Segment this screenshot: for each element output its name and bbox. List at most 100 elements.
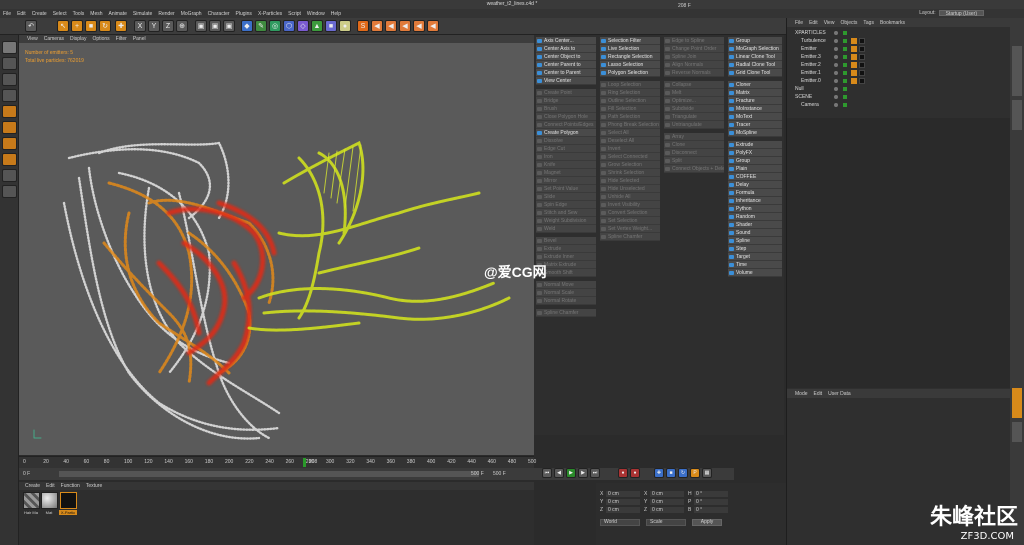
- coord-field[interactable]: 0 cm: [606, 507, 640, 513]
- menu-item-volume[interactable]: Volume: [728, 269, 782, 277]
- xp-modifier-icon[interactable]: ◀: [399, 20, 411, 32]
- visibility-dot-icon[interactable]: [834, 39, 838, 43]
- structure-tab[interactable]: [1012, 100, 1022, 130]
- visibility-dot-icon[interactable]: [834, 79, 838, 83]
- attributes-tab[interactable]: [1012, 388, 1022, 418]
- menu-item-edge-to-spline[interactable]: Edge to Spline: [664, 37, 724, 45]
- coord-field[interactable]: 0 cm: [650, 499, 684, 505]
- menu-item-polygon-selection[interactable]: Polygon Selection: [600, 69, 660, 77]
- menu-item-radial-clone-tool[interactable]: Radial Clone Tool: [728, 61, 782, 69]
- menu-item-spin-edge[interactable]: Spin Edge: [536, 201, 596, 209]
- menu-item-shrink-selection[interactable]: Shrink Selection: [600, 169, 660, 177]
- menu-item-cloner[interactable]: Cloner: [728, 81, 782, 89]
- coordinate-system-icon[interactable]: ⊕: [176, 20, 188, 32]
- object-menu-bookmarks[interactable]: Bookmarks: [880, 20, 905, 26]
- menu-item-tracer[interactable]: Tracer: [728, 121, 782, 129]
- pen-icon[interactable]: ✎: [255, 20, 267, 32]
- object-row[interactable]: XPARTICLES: [787, 29, 1011, 37]
- menu-item-triangulate[interactable]: Triangulate: [664, 113, 724, 121]
- menu-item-reverse-normals[interactable]: Reverse Normals: [664, 69, 724, 77]
- menu-item-split[interactable]: Split: [664, 157, 724, 165]
- enabled-check-icon[interactable]: [843, 87, 847, 91]
- menu-help[interactable]: Help: [331, 11, 341, 17]
- visibility-dot-icon[interactable]: [834, 47, 838, 51]
- prev-frame-icon[interactable]: ◀: [554, 468, 564, 478]
- viewport-menu-cameras[interactable]: Cameras: [44, 36, 64, 42]
- menu-item-view-center[interactable]: View Center: [536, 77, 596, 85]
- menu-item-melt[interactable]: Melt: [664, 89, 724, 97]
- menu-item-center-parent-to[interactable]: Center Parent to: [536, 61, 596, 69]
- menu-item-select-connected[interactable]: Select Connected: [600, 153, 660, 161]
- menu-tools[interactable]: Tools: [73, 11, 85, 17]
- key-scale-icon[interactable]: ■: [666, 468, 676, 478]
- menu-item-subdivide[interactable]: Subdivide: [664, 105, 724, 113]
- enabled-check-icon[interactable]: [843, 103, 847, 107]
- menu-item-set-vertex-weight[interactable]: Set Vertex Weight...: [600, 225, 660, 233]
- menu-item-spline-chamfer[interactable]: Spline Chamfer: [536, 309, 596, 317]
- key-rotation-icon[interactable]: ↻: [678, 468, 688, 478]
- timeline-playhead[interactable]: [303, 458, 306, 467]
- apply-button[interactable]: Apply: [692, 519, 722, 526]
- visibility-dot-icon[interactable]: [834, 87, 838, 91]
- menu-item-coffee[interactable]: COFFEE: [728, 173, 782, 181]
- make-editable-icon[interactable]: [2, 41, 17, 54]
- attribute-menu-edit[interactable]: Edit: [814, 391, 823, 397]
- visibility-dot-icon[interactable]: [834, 71, 838, 75]
- environment-icon[interactable]: ▲: [311, 20, 323, 32]
- menu-item-motext[interactable]: MoText: [728, 113, 782, 121]
- undo-icon[interactable]: ↶: [25, 20, 37, 32]
- tag-icon[interactable]: [851, 46, 857, 52]
- menu-item-target[interactable]: Target: [728, 253, 782, 261]
- menu-script[interactable]: Script: [288, 11, 301, 17]
- end-frame[interactable]: 500 F: [471, 471, 484, 477]
- menu-item-hide-unselected[interactable]: Hide Unselected: [600, 185, 660, 193]
- menu-item-change-point-order[interactable]: Change Point Order: [664, 45, 724, 53]
- menu-item-set-selection[interactable]: Set Selection: [600, 217, 660, 225]
- tag-icon[interactable]: [851, 38, 857, 44]
- menu-item-bevel[interactable]: Bevel: [536, 237, 596, 245]
- menu-item-ring-selection[interactable]: Ring Selection: [600, 89, 660, 97]
- enabled-check-icon[interactable]: [843, 71, 847, 75]
- menu-item-slide[interactable]: Slide: [536, 193, 596, 201]
- rotate-icon[interactable]: ↻: [99, 20, 111, 32]
- coord-scale-select[interactable]: Scale: [646, 519, 686, 526]
- menu-item-connect-points-edges[interactable]: Connect Points/Edges: [536, 121, 596, 129]
- menu-item-center-object-to[interactable]: Center Object to: [536, 53, 596, 61]
- menu-item-optimize[interactable]: Optimize...: [664, 97, 724, 105]
- menu-item-bridge[interactable]: Bridge: [536, 97, 596, 105]
- script-icon[interactable]: S: [357, 20, 369, 32]
- record-icon[interactable]: ●: [618, 468, 628, 478]
- menu-item-polyfx[interactable]: PolyFX: [728, 149, 782, 157]
- axis-mode-icon[interactable]: [2, 153, 17, 166]
- menu-item-dissolve[interactable]: Dissolve: [536, 137, 596, 145]
- menu-item-select-all[interactable]: Select All: [600, 129, 660, 137]
- coord-mode-select[interactable]: World: [600, 519, 640, 526]
- menu-item-grid-clone-tool[interactable]: Grid Clone Tool: [728, 69, 782, 77]
- menu-item-invert[interactable]: Invert: [600, 145, 660, 153]
- enabled-check-icon[interactable]: [843, 63, 847, 67]
- tag-icon[interactable]: [851, 54, 857, 60]
- visibility-dot-icon[interactable]: [834, 95, 838, 99]
- menu-file[interactable]: File: [3, 11, 11, 17]
- cube-icon[interactable]: ◆: [241, 20, 253, 32]
- menu-item-rectangle-selection[interactable]: Rectangle Selection: [600, 53, 660, 61]
- menu-item-step[interactable]: Step: [728, 245, 782, 253]
- menu-item-extrude[interactable]: Extrude: [728, 141, 782, 149]
- menu-item-live-selection[interactable]: Live Selection: [600, 45, 660, 53]
- viewport-menu-display[interactable]: Display: [70, 36, 86, 42]
- menu-item-edge-cut[interactable]: Edge Cut: [536, 145, 596, 153]
- subdivision-icon[interactable]: ◎: [269, 20, 281, 32]
- menu-item-normal-move[interactable]: Normal Move: [536, 281, 596, 289]
- menu-item-close-polygon-hole[interactable]: Close Polygon Hole: [536, 113, 596, 121]
- key-position-icon[interactable]: ✚: [654, 468, 664, 478]
- object-row[interactable]: SCENE: [787, 93, 1011, 101]
- menu-item-extrude-inner[interactable]: Extrude Inner: [536, 253, 596, 261]
- tweak-mode-icon[interactable]: [2, 169, 17, 182]
- start-frame[interactable]: 0 F: [23, 471, 30, 477]
- menu-create[interactable]: Create: [32, 11, 47, 17]
- texture-mode-icon[interactable]: [2, 73, 17, 86]
- render-view-icon[interactable]: ▣: [195, 20, 207, 32]
- xp-generator-icon[interactable]: ◀: [413, 20, 425, 32]
- menu-item-disconnect[interactable]: Disconnect: [664, 149, 724, 157]
- material-menu-edit[interactable]: Edit: [46, 483, 55, 489]
